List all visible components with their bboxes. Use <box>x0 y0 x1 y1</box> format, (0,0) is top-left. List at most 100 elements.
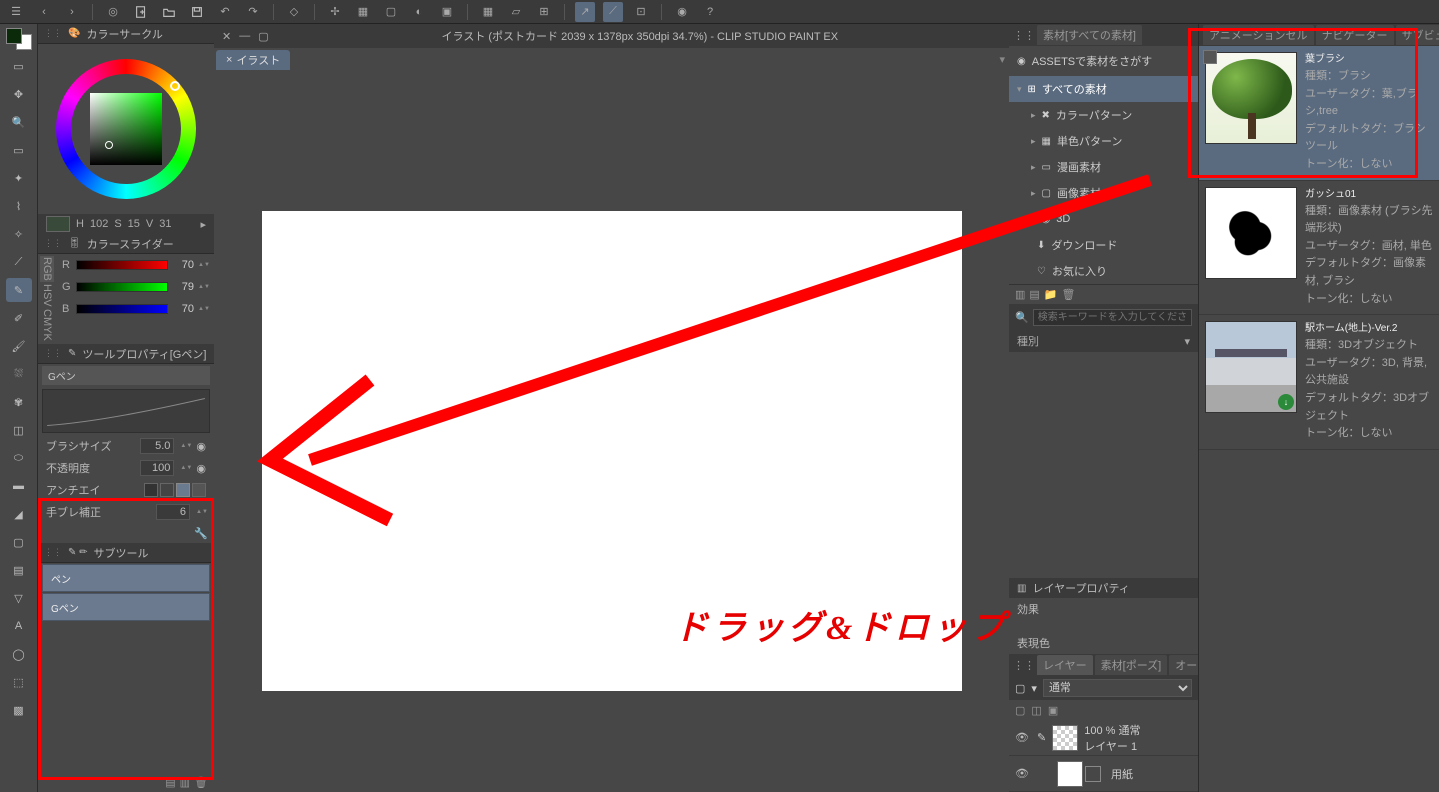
layer-render-color[interactable]: 表現色 <box>1009 632 1198 654</box>
folder-icon[interactable]: 📁 <box>1044 288 1058 301</box>
subtool-gpen[interactable]: Gペン <box>42 593 210 621</box>
visibility-icon[interactable]: 👁 <box>1015 767 1031 780</box>
document-tab[interactable]: ×イラスト <box>216 50 290 70</box>
brush-tool-icon[interactable]: 🖌 <box>6 334 32 358</box>
lasso-tool-icon[interactable]: ⌇ <box>6 194 32 218</box>
material-card-gouache[interactable]: ガッシュ01 種類：画像素材 (ブラシ先端形状) ユーザータグ：画材, 単色 デ… <box>1199 181 1439 316</box>
open-icon[interactable] <box>159 2 179 22</box>
tree-mono-pattern[interactable]: ▸▦ 単色パターン <box>1009 128 1198 154</box>
frame-tool-icon[interactable]: ▤ <box>6 558 32 582</box>
layer-lock-icon[interactable]: ▢ <box>1015 704 1025 717</box>
subtool-del-icon[interactable]: 🗑 <box>194 776 208 789</box>
slider-b[interactable]: B70▲▼ <box>56 298 214 320</box>
tree-download[interactable]: ⬇ ダウンロード <box>1009 232 1198 258</box>
snap-grid-icon[interactable]: ⊡ <box>631 2 651 22</box>
assets-search-link[interactable]: ◉ ASSETSで素材をさがす <box>1009 46 1198 76</box>
panel-color-circle-header[interactable]: ⋮⋮🎨 カラーサークル <box>38 24 214 44</box>
csp-logo-icon[interactable]: ◎ <box>103 2 123 22</box>
panel-tool-property-header[interactable]: ⋮⋮✎ ツールプロパティ[Gペン] <box>38 344 214 364</box>
layer-row[interactable]: 👁 用紙 <box>1009 756 1198 792</box>
operation-tool-icon[interactable]: ▭ <box>6 54 32 78</box>
grid-icon[interactable]: ▦ <box>478 2 498 22</box>
check-icon[interactable] <box>1203 50 1217 64</box>
layer-property-header[interactable]: ▥ レイヤープロパティ <box>1009 578 1198 598</box>
menu-icon[interactable]: ☰ <box>6 2 26 22</box>
brush-size-row[interactable]: ブラシサイズ5.0▲▼◉ <box>38 435 214 457</box>
tree-manga[interactable]: ▸▭ 漫画素材 <box>1009 154 1198 180</box>
snap-special-icon[interactable]: ⟋ <box>603 2 623 22</box>
tab-autoaction[interactable]: オートアクション <box>1169 655 1198 675</box>
stabilization-row[interactable]: 手ブレ補正6▲▼ <box>38 501 214 523</box>
visibility-icon[interactable]: 👁 <box>1015 731 1031 744</box>
correct-tool-icon[interactable]: ⬚ <box>6 670 32 694</box>
material-type-filter[interactable]: 種別▾ <box>1009 330 1198 352</box>
subtool-dup-icon[interactable]: ▥ <box>180 776 190 789</box>
ruler-icon[interactable]: ▱ <box>506 2 526 22</box>
tab-dropdown-icon[interactable]: ▾ <box>995 49 1009 70</box>
tab-layer[interactable]: レイヤー <box>1037 655 1093 675</box>
new-folder-icon[interactable]: ▤ <box>1029 288 1039 301</box>
subtool-add-icon[interactable]: ▤ <box>165 776 175 789</box>
ruler-tool-icon[interactable]: ▽ <box>6 586 32 610</box>
minimize-icon[interactable]: — <box>239 30 250 43</box>
deselect-icon[interactable]: ▢ <box>381 2 401 22</box>
paste-icon[interactable]: ▥ <box>1015 288 1025 301</box>
move-tool-icon[interactable]: ✥ <box>6 82 32 106</box>
wrench-icon[interactable]: 🔧 <box>194 527 208 540</box>
text-tool-icon[interactable]: A <box>6 614 32 638</box>
layer-row[interactable]: 👁 ✎ 100 % 通常 レイヤー 1 <box>1009 720 1198 756</box>
slider-r[interactable]: R70▲▼ <box>56 254 214 276</box>
tree-color-pattern[interactable]: ▸✖ カラーパターン <box>1009 102 1198 128</box>
eraser-tool-icon[interactable]: ◫ <box>6 418 32 442</box>
save-icon[interactable] <box>187 2 207 22</box>
close-icon[interactable]: ✕ <box>222 30 231 43</box>
pen-tool-icon[interactable]: ✎ <box>6 278 32 302</box>
tree-image[interactable]: ▸▢ 画像素材 <box>1009 180 1198 206</box>
material-search[interactable]: 🔍 <box>1009 304 1198 330</box>
subtool-pen[interactable]: ペン <box>42 564 210 592</box>
redo-icon[interactable]: ↷ <box>243 2 263 22</box>
layer-effect[interactable]: 効果 <box>1009 598 1198 620</box>
loading-icon[interactable]: ✢ <box>325 2 345 22</box>
layer-ref-icon[interactable]: ▣ <box>1048 704 1058 717</box>
select-all-icon[interactable]: ▦ <box>353 2 373 22</box>
checker-icon[interactable]: ▩ <box>6 698 32 722</box>
blend-mode-row[interactable]: ▢▾通常 <box>1009 676 1198 700</box>
wand-tool-icon[interactable]: ✧ <box>6 222 32 246</box>
search-input[interactable] <box>1033 309 1192 326</box>
snap-ruler-icon[interactable]: ↗ <box>575 2 595 22</box>
opacity-row[interactable]: 不透明度100▲▼◉ <box>38 457 214 479</box>
pressure-curve[interactable] <box>42 389 210 433</box>
snap-icon[interactable]: ⊞ <box>534 2 554 22</box>
tree-favorite[interactable]: ♡ お気に入り <box>1009 258 1198 284</box>
tab-pose[interactable]: 素材[ポーズ] <box>1095 655 1168 675</box>
trash-icon[interactable]: 🗑 <box>1062 288 1076 301</box>
slider-g[interactable]: G79▲▼ <box>56 276 214 298</box>
marquee-tool-icon[interactable]: ▭ <box>6 138 32 162</box>
undo-icon[interactable]: ↶ <box>215 2 235 22</box>
panel-color-slider-header[interactable]: ⋮⋮🎚 カラースライダー <box>38 234 214 254</box>
layer-clip-icon[interactable]: ◫ <box>1031 704 1041 717</box>
balloon-tool-icon[interactable]: ◯ <box>6 642 32 666</box>
fill-tool-icon[interactable]: ▬ <box>6 474 32 498</box>
blend-mode-select[interactable]: 通常 <box>1043 679 1192 697</box>
pencil-tool-icon[interactable]: ✐ <box>6 306 32 330</box>
auto-select-tool-icon[interactable]: ✦ <box>6 166 32 190</box>
color-swatch[interactable] <box>6 28 32 50</box>
chevron-right-icon[interactable]: › <box>62 2 82 22</box>
color-circle[interactable] <box>38 44 214 214</box>
maximize-icon[interactable]: ▢ <box>258 30 268 43</box>
tree-3d[interactable]: ▸◉ 3D <box>1009 206 1198 232</box>
antialias-row[interactable]: アンチエイ <box>38 479 214 501</box>
material-panel-tab[interactable]: ⋮⋮素材[すべての素材] <box>1009 24 1198 46</box>
slider-mode-tabs[interactable]: RGB HSV CMYK <box>38 254 56 344</box>
deco-tool-icon[interactable]: ✾ <box>6 390 32 414</box>
erase-icon[interactable]: ◇ <box>284 2 304 22</box>
airbrush-tool-icon[interactable]: ⛆ <box>6 362 32 386</box>
eyedropper-tool-icon[interactable]: ⟋ <box>6 250 32 274</box>
figure-tool-icon[interactable]: ▢ <box>6 530 32 554</box>
csp-cloud-icon[interactable]: ◉ <box>672 2 692 22</box>
panel-subtool-header[interactable]: ⋮⋮✎ ✏ サブツール <box>38 543 214 563</box>
pen-icon[interactable]: ✎ <box>1037 731 1046 744</box>
new-doc-icon[interactable] <box>131 2 151 22</box>
